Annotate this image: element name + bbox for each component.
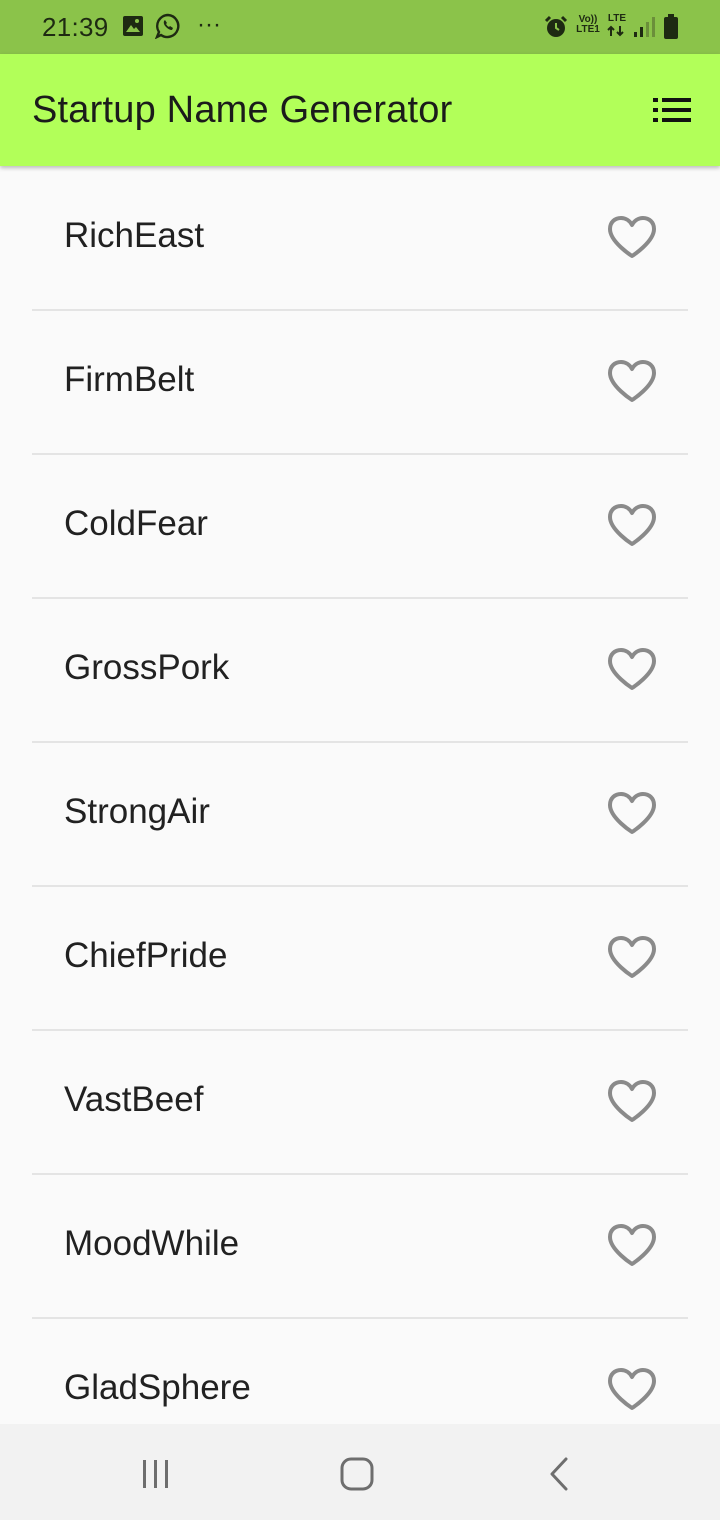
battery-icon bbox=[663, 14, 679, 45]
favorite-border-icon[interactable] bbox=[607, 1223, 657, 1267]
favorite-border-icon[interactable] bbox=[607, 359, 657, 403]
home-button[interactable] bbox=[327, 1446, 387, 1502]
favorite-border-icon[interactable] bbox=[607, 935, 657, 979]
list-item[interactable]: StrongAir bbox=[32, 742, 688, 886]
list-item[interactable]: VastBeef bbox=[32, 1030, 688, 1174]
gallery-icon bbox=[122, 15, 144, 42]
screen: 21:39 ··· Vo)) LTE1 LTE Startup Name Gen… bbox=[0, 0, 720, 1520]
status-bar: 21:39 ··· Vo)) LTE1 LTE bbox=[0, 0, 720, 54]
system-nav-bar bbox=[0, 1424, 720, 1520]
startup-name: ChiefPride bbox=[64, 936, 228, 975]
favorite-border-icon[interactable] bbox=[607, 647, 657, 691]
recents-icon bbox=[143, 1460, 168, 1488]
startup-name: MoodWhile bbox=[64, 1224, 240, 1263]
back-icon bbox=[550, 1457, 568, 1491]
volte-icon: Vo)) LTE1 bbox=[576, 14, 600, 35]
startup-name: StrongAir bbox=[64, 792, 210, 831]
more-notifications-icon: ··· bbox=[197, 11, 221, 38]
app-title: Startup Name Generator bbox=[32, 89, 453, 131]
startup-name: GrossPork bbox=[64, 648, 230, 687]
home-icon bbox=[340, 1457, 374, 1491]
favorite-border-icon[interactable] bbox=[607, 503, 657, 547]
favorite-border-icon[interactable] bbox=[607, 215, 657, 259]
startup-name: GladSphere bbox=[64, 1368, 251, 1407]
alarm-icon bbox=[543, 14, 569, 45]
back-button[interactable] bbox=[530, 1446, 590, 1502]
favorite-border-icon[interactable] bbox=[607, 1079, 657, 1123]
startup-name: RichEast bbox=[64, 216, 205, 255]
list-item[interactable]: GladSphere bbox=[32, 1318, 688, 1424]
list-item[interactable]: ColdFear bbox=[32, 454, 688, 598]
lte-data-icon: LTE bbox=[605, 14, 629, 37]
app-bar: Startup Name Generator bbox=[0, 54, 720, 166]
startup-name: VastBeef bbox=[64, 1080, 204, 1119]
startup-name: ColdFear bbox=[64, 504, 208, 543]
favorite-border-icon[interactable] bbox=[607, 1367, 657, 1411]
list-item[interactable]: FirmBelt bbox=[32, 310, 688, 454]
list-item[interactable]: ChiefPride bbox=[32, 886, 688, 1030]
saved-list-button[interactable] bbox=[640, 84, 704, 136]
favorite-border-icon[interactable] bbox=[607, 791, 657, 835]
list-icon bbox=[653, 98, 691, 122]
status-time: 21:39 bbox=[42, 12, 109, 42]
list-item[interactable]: RichEast bbox=[32, 166, 688, 310]
list-item[interactable]: GrossPork bbox=[32, 598, 688, 742]
recents-button[interactable] bbox=[126, 1446, 186, 1502]
whatsapp-icon bbox=[154, 13, 181, 44]
signal-icon bbox=[633, 16, 657, 43]
name-list[interactable]: RichEast FirmBelt ColdFear GrossPork StrongA… bbox=[0, 166, 720, 1424]
list-item[interactable]: MoodWhile bbox=[32, 1174, 688, 1318]
startup-name: FirmBelt bbox=[64, 360, 195, 399]
lte-label: LTE bbox=[607, 13, 627, 24]
